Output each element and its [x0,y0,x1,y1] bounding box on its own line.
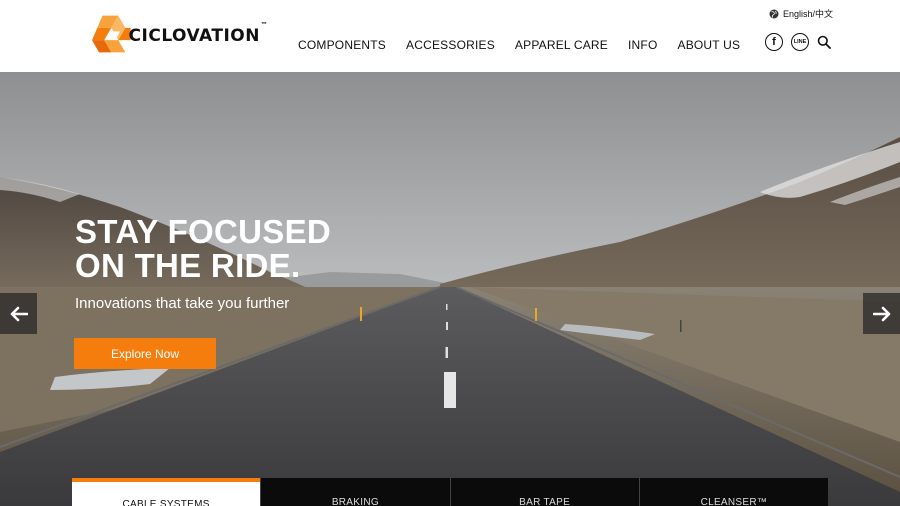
tab-label: BRAKING [331,497,379,506]
hero-title-line-1: STAY FOCUSED [75,213,332,250]
nav-item-apparel-care[interactable]: APPAREL CARE [515,38,608,52]
globe-icon [769,9,779,18]
tab-cleanser[interactable]: CLEANSER™ [638,478,828,506]
nav-item-info[interactable]: INFO [628,38,657,52]
search-icon[interactable] [817,35,831,49]
brand-logo[interactable]: CICLOVATION ™ [92,13,267,55]
explore-now-button[interactable]: Explore Now [74,338,216,369]
arrow-right-icon [872,306,890,321]
social-links: f LINE [765,33,831,51]
line-icon[interactable]: LINE [791,33,809,51]
hero-title-line-2: ON THE RIDE. [75,247,301,284]
product-category-tabs: CABLE SYSTEMS BRAKING BAR TAPE CLEANSER™ [72,478,828,506]
hero-subtitle: Innovations that take you further [75,295,290,312]
slider-next-button[interactable] [863,293,900,334]
tab-bar-tape[interactable]: BAR TAPE [449,478,639,506]
facebook-icon[interactable]: f [765,33,783,51]
nav-item-about-us[interactable]: ABOUT US [677,38,740,52]
language-switcher[interactable]: English/中文 [769,7,833,20]
tab-label: CABLE SYSTEMS [122,499,210,506]
tab-label: BAR TAPE [519,497,571,506]
brand-name: CICLOVATION [128,26,260,46]
site-header: CICLOVATION ™ COMPONENTS ACCESSORIES APP… [0,0,900,72]
tab-cable-systems[interactable]: CABLE SYSTEMS [72,478,261,506]
main-nav: COMPONENTS ACCESSORIES APPAREL CARE INFO… [298,38,740,52]
hero-slider: STAY FOCUSED ON THE RIDE. Innovations th… [0,72,900,506]
hero-background-image [0,72,900,506]
arrow-left-icon [10,306,28,321]
ciclovation-logo-icon [92,15,131,53]
nav-item-accessories[interactable]: ACCESSORIES [406,38,495,52]
slider-prev-button[interactable] [0,293,37,334]
language-label: English/中文 [783,9,834,19]
hero-title: STAY FOCUSED ON THE RIDE. [75,215,331,283]
tab-label: CLEANSER™ [700,497,768,506]
tab-braking[interactable]: BRAKING [260,478,450,506]
trademark-symbol: ™ [261,22,267,28]
nav-item-components[interactable]: COMPONENTS [298,38,386,52]
